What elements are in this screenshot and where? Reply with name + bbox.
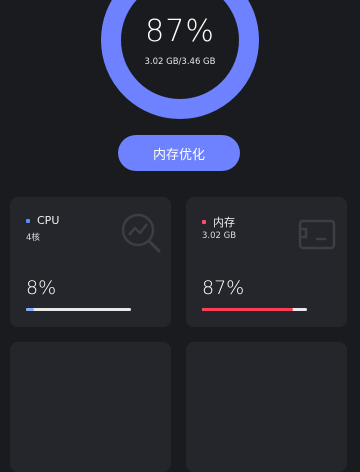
cpu-card[interactable]: CPU 4核 8% [10, 197, 171, 327]
cpu-card-title: CPU [37, 214, 60, 227]
memory-progress-fill [202, 308, 294, 311]
storage-card[interactable] [10, 342, 171, 472]
chart-search-icon [119, 211, 163, 259]
memory-progress-bar [202, 308, 307, 311]
battery-card[interactable] [186, 342, 347, 472]
memory-card-subtitle: 3.02 GB [202, 231, 237, 241]
cpu-card-subtitle: 4核 [26, 233, 40, 243]
memory-card[interactable]: 内存 3.02 GB 87% [186, 197, 347, 327]
memory-ring-panel: 87% 3.02 GB/3.46 GB [0, 0, 360, 130]
memory-percent: 87% [145, 14, 215, 49]
memory-card-percent: 87% [202, 277, 245, 299]
memory-indicator-dot [202, 220, 206, 224]
memory-usage-text: 3.02 GB/3.46 GB [144, 57, 216, 67]
memory-card-icon [295, 211, 339, 259]
cpu-progress-fill [26, 308, 35, 311]
cpu-progress-bar [26, 308, 131, 311]
cpu-indicator-dot [26, 218, 30, 223]
memory-optimize-button[interactable]: 内存优化 [118, 135, 240, 171]
cpu-percent: 8% [26, 277, 57, 299]
memory-card-title: 内存 [213, 216, 235, 229]
